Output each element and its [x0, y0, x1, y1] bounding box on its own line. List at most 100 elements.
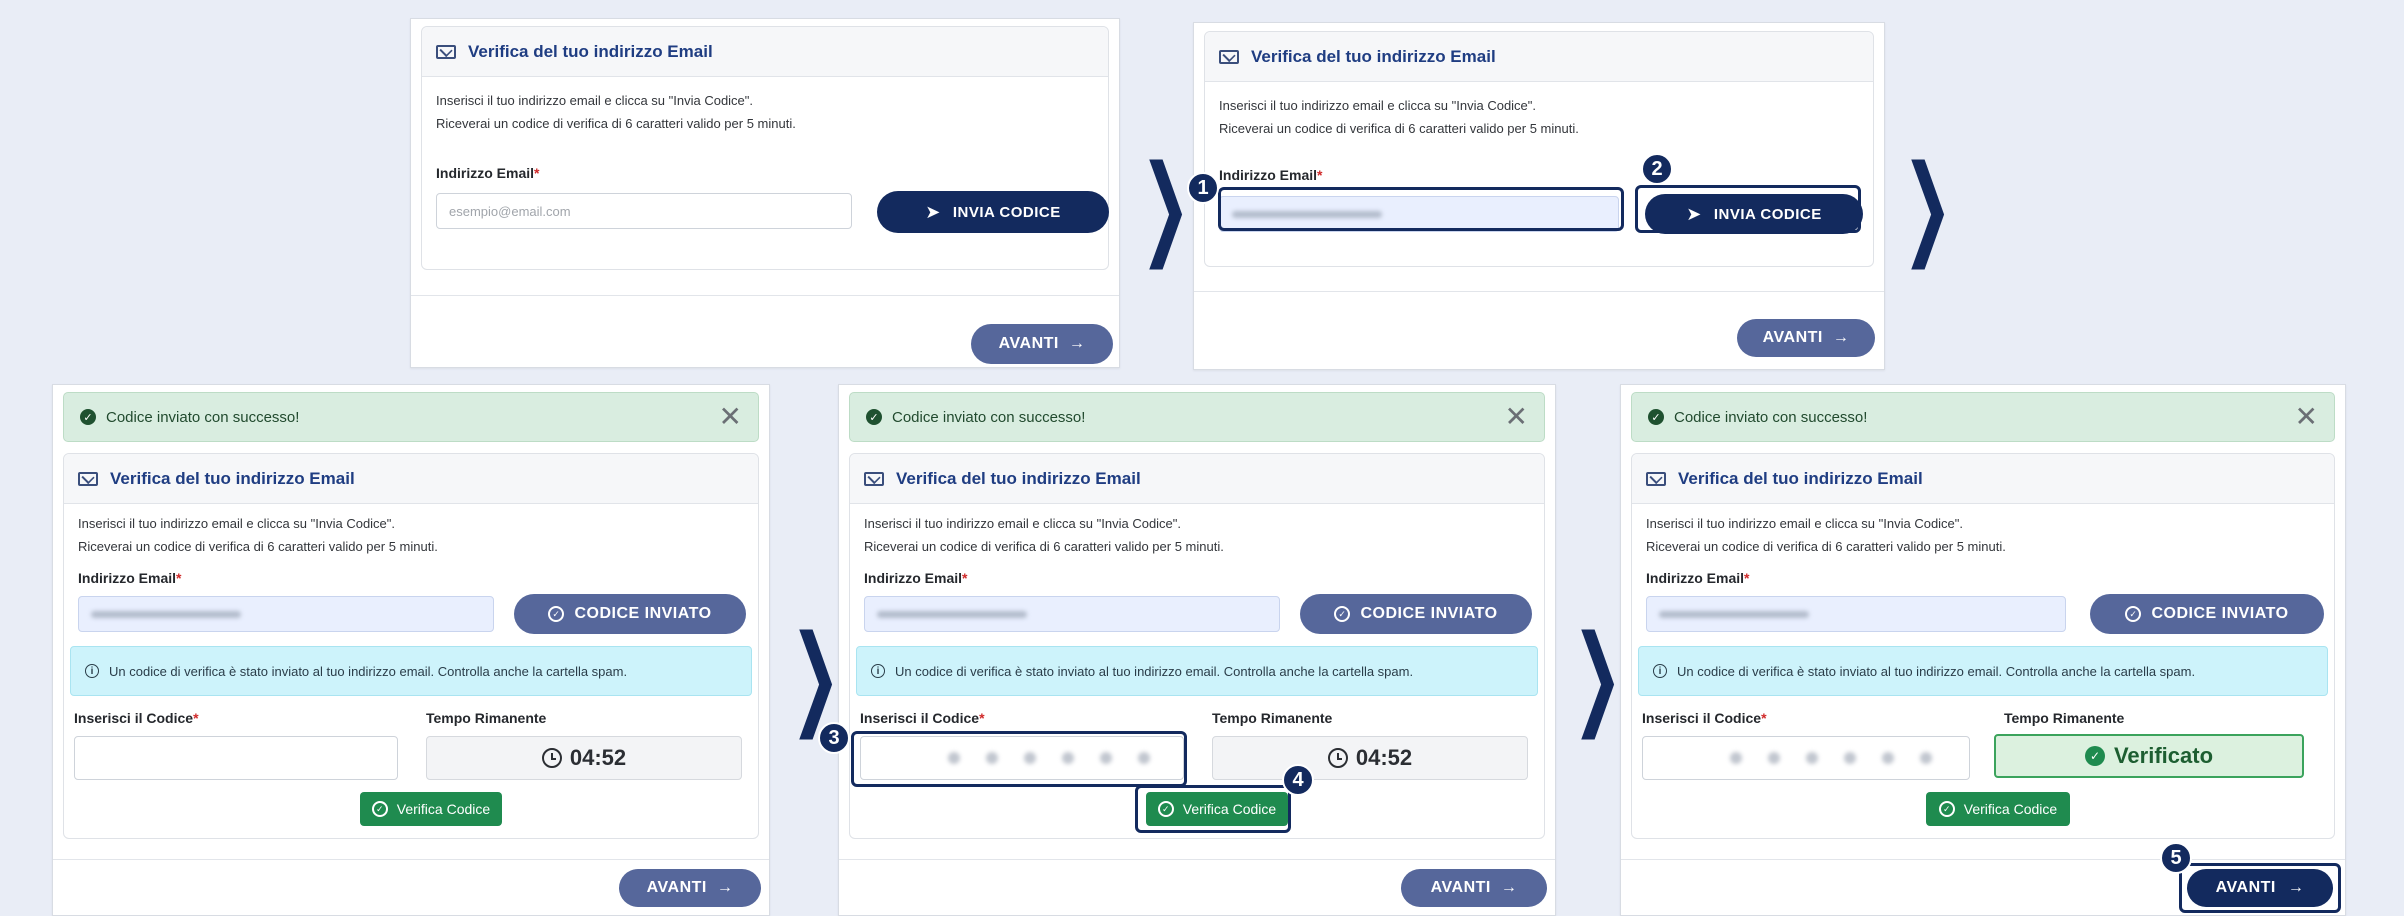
email-label: Indirizzo Email* — [1219, 167, 1323, 183]
code-input — [1642, 736, 1970, 780]
panel-step-code-entered: ✓ Codice inviato con successo! ✕ Verific… — [838, 384, 1556, 916]
code-label: Inserisci il Codice* — [860, 710, 985, 726]
email-label: Indirizzo Email* — [78, 570, 182, 586]
card-description: Inserisci il tuo indirizzo email e clicc… — [78, 516, 438, 554]
timer-label: Tempo Rimanente — [2004, 710, 2125, 726]
check-circle-icon: ✓ — [371, 801, 388, 817]
envelope-icon — [436, 44, 456, 59]
check-circle-icon: ✓ — [866, 409, 882, 425]
verify-code-button[interactable]: ✓ Verifica Codice — [1146, 792, 1288, 826]
check-circle-icon: ✓ — [1938, 801, 1955, 817]
card-title: Verifica del tuo indirizzo Email — [1678, 468, 1923, 488]
card-description: Inserisci il tuo indirizzo email e clicc… — [436, 93, 796, 131]
blurred-code — [1655, 752, 1932, 764]
success-alert: ✓ Codice inviato con successo! ✕ — [849, 392, 1545, 442]
code-input[interactable] — [74, 736, 398, 780]
card-header: Verifica del tuo indirizzo Email — [1205, 32, 1873, 82]
card-title: Verifica del tuo indirizzo Email — [468, 41, 713, 61]
step-arrow-chevron: ❯ — [790, 611, 841, 739]
step-badge-4: 4 — [1282, 764, 1314, 796]
code-sent-button: ✓ CODICE INVIATO — [2090, 594, 2324, 634]
footer-divider — [53, 859, 769, 860]
send-icon: ➤ — [1686, 204, 1702, 224]
blurred-email — [1659, 610, 1809, 618]
send-code-button[interactable]: ➤ INVIA CODICE — [877, 191, 1109, 233]
card-title: Verifica del tuo indirizzo Email — [110, 468, 355, 488]
send-code-button[interactable]: ➤ INVIA CODICE — [1645, 194, 1863, 234]
info-alert: i Un codice di verifica è stato inviato … — [70, 646, 752, 696]
card-title: Verifica del tuo indirizzo Email — [1251, 46, 1496, 66]
footer-divider — [411, 295, 1119, 296]
card-header: Verifica del tuo indirizzo Email — [64, 454, 758, 504]
email-input — [78, 596, 494, 632]
code-sent-button: ✓ CODICE INVIATO — [1300, 594, 1532, 634]
email-label: Indirizzo Email* — [1646, 570, 1750, 586]
panel-step-email-entered: Verifica del tuo indirizzo Email Inseris… — [1193, 22, 1885, 370]
success-alert: ✓ Codice inviato con successo! ✕ — [63, 392, 759, 442]
card-header: Verifica del tuo indirizzo Email — [850, 454, 1544, 504]
check-circle-icon: ✓ — [1157, 801, 1174, 817]
email-label: Indirizzo Email* — [436, 165, 540, 181]
next-button[interactable]: AVANTI → — [619, 869, 761, 907]
blurred-code — [873, 752, 1150, 764]
info-alert: i Un codice di verifica è stato inviato … — [856, 646, 1538, 696]
footer-divider — [839, 859, 1555, 860]
email-verification-card: Verifica del tuo indirizzo Email Inseris… — [849, 453, 1545, 839]
close-icon[interactable]: ✕ — [719, 403, 742, 431]
countdown-timer: 04:52 — [1212, 736, 1528, 780]
next-button[interactable]: AVANTI → — [1737, 319, 1875, 357]
blurred-email — [91, 610, 241, 618]
card-header: Verifica del tuo indirizzo Email — [422, 27, 1108, 77]
step-badge-5: 5 — [2160, 842, 2192, 874]
footer-divider — [1621, 859, 2345, 860]
verified-status: ✓ Verificato — [1994, 734, 2304, 778]
envelope-icon — [1219, 49, 1239, 64]
step-arrow-chevron: ❯ — [1902, 141, 1953, 269]
check-circle-icon: ✓ — [2125, 606, 2142, 622]
info-alert: i Un codice di verifica è stato inviato … — [1638, 646, 2328, 696]
check-circle-icon: ✓ — [2084, 746, 2105, 766]
footer-divider — [1194, 291, 1884, 292]
code-sent-button: ✓ CODICE INVIATO — [514, 594, 746, 634]
step-badge-3: 3 — [818, 722, 850, 754]
email-verification-card: Verifica del tuo indirizzo Email Inseris… — [421, 26, 1109, 270]
clock-icon — [541, 748, 562, 768]
step-arrow-chevron: ❯ — [1572, 611, 1623, 739]
info-icon: i — [871, 664, 885, 678]
panel-step-verified: ✓ Codice inviato con successo! ✕ Verific… — [1620, 384, 2346, 916]
info-icon: i — [1653, 664, 1667, 678]
card-title: Verifica del tuo indirizzo Email — [896, 468, 1141, 488]
code-label: Inserisci il Codice* — [1642, 710, 1767, 726]
panel-step-initial: Verifica del tuo indirizzo Email Inseris… — [410, 18, 1120, 368]
envelope-icon — [864, 471, 884, 486]
check-circle-icon: ✓ — [548, 606, 565, 622]
blurred-email — [1232, 210, 1382, 218]
card-description: Inserisci il tuo indirizzo email e clicc… — [864, 516, 1224, 554]
next-button[interactable]: AVANTI → — [1401, 869, 1547, 907]
check-circle-icon: ✓ — [80, 409, 96, 425]
next-button[interactable]: AVANTI → — [971, 324, 1113, 364]
email-input — [1646, 596, 2066, 632]
envelope-icon — [78, 471, 98, 486]
timer-label: Tempo Rimanente — [426, 710, 547, 726]
email-verification-card: Verifica del tuo indirizzo Email Inseris… — [1631, 453, 2335, 839]
info-icon: i — [85, 664, 99, 678]
code-input[interactable] — [860, 736, 1184, 780]
close-icon[interactable]: ✕ — [1505, 403, 1528, 431]
check-circle-icon: ✓ — [1334, 606, 1351, 622]
next-button[interactable]: AVANTI → — [2187, 869, 2333, 907]
code-label: Inserisci il Codice* — [74, 710, 199, 726]
close-icon[interactable]: ✕ — [2295, 403, 2318, 431]
card-description: Inserisci il tuo indirizzo email e clicc… — [1219, 98, 1579, 136]
step-badge-1: 1 — [1187, 172, 1219, 204]
email-input[interactable] — [1219, 196, 1619, 232]
check-circle-icon: ✓ — [1648, 409, 1664, 425]
email-input[interactable]: esempio@email.com — [436, 193, 852, 229]
countdown-timer: 04:52 — [426, 736, 742, 780]
step-badge-2: 2 — [1641, 153, 1673, 185]
email-input — [864, 596, 1280, 632]
card-description: Inserisci il tuo indirizzo email e clicc… — [1646, 516, 2006, 554]
panel-step-code-sent: ✓ Codice inviato con successo! ✕ Verific… — [52, 384, 770, 916]
verify-code-button[interactable]: ✓ Verifica Codice — [360, 792, 502, 826]
envelope-icon — [1646, 471, 1666, 486]
